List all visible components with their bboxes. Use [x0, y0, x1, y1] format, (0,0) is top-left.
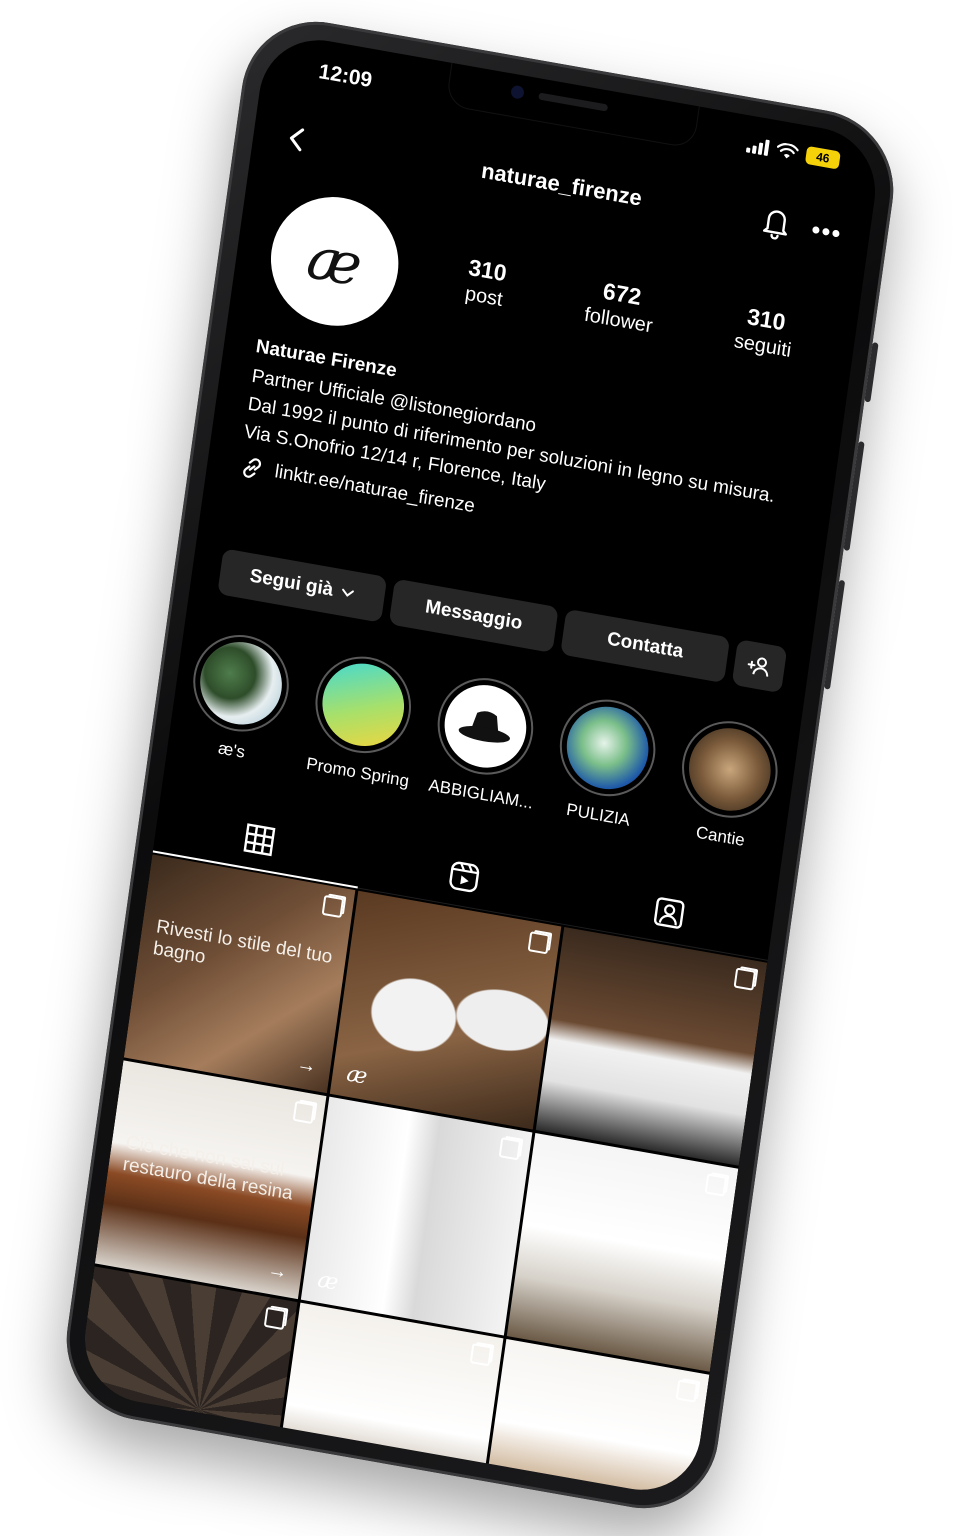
carousel-icon	[321, 894, 345, 919]
phone-frame: 12:09 46 naturae_firenze ••• æ 310 post …	[56, 9, 904, 1521]
brand-mark: æ	[316, 1267, 340, 1296]
highlight-promo-cover	[317, 657, 410, 753]
highlight-pulizia-cover	[561, 700, 654, 796]
post-caption: Rivesti lo stile del tuo bagno	[151, 916, 334, 969]
notification-bell-icon[interactable]	[758, 203, 794, 242]
post-tile[interactable]: æ	[329, 890, 562, 1130]
highlight-aes-cover	[194, 635, 288, 732]
highlight-cantieri[interactable]: Cantie	[672, 713, 784, 855]
stat-posts[interactable]: 310 post	[463, 253, 509, 312]
post-tile[interactable]	[506, 1132, 739, 1372]
front-camera	[510, 84, 525, 100]
carousel-icon	[498, 1137, 522, 1161]
carousel-icon	[675, 1379, 699, 1403]
highlight-cantieri-cover	[683, 721, 776, 818]
contact-button[interactable]: Contatta	[560, 608, 731, 684]
volume-up-button	[843, 441, 865, 552]
highlight-promo-spring[interactable]: Promo Spring	[305, 648, 418, 791]
stat-following[interactable]: 310 seguiti	[732, 301, 796, 363]
carousel-icon	[527, 931, 551, 955]
avatar-logo: æ	[303, 222, 367, 300]
instagram-profile-screen: 12:09 46 naturae_firenze ••• æ 310 post …	[76, 30, 884, 1500]
stat-posts-count: 310	[466, 253, 509, 287]
highlight-promo-label: Promo Spring	[305, 753, 411, 791]
highlight-pulizia-label: PULIZIA	[565, 799, 632, 830]
earpiece-speaker	[538, 92, 609, 112]
following-button[interactable]: Segui già	[217, 548, 388, 623]
highlight-abb-label: ABBIGLIAM...	[427, 775, 535, 813]
status-icons: 46	[745, 135, 841, 170]
chevron-down-icon	[342, 588, 355, 597]
carousel-icon	[292, 1100, 316, 1125]
highlight-abb-cover	[439, 678, 532, 775]
bucket-hat-icon	[458, 711, 510, 743]
volume-down-button	[823, 579, 846, 690]
post-caption: Ciò che non sai sul restauro della resin…	[121, 1132, 295, 1205]
message-button[interactable]: Messaggio	[388, 578, 559, 653]
brand-mark: æ	[344, 1061, 369, 1090]
signal-icon	[745, 136, 770, 157]
arrow-right-icon: →	[295, 1052, 318, 1078]
silent-switch	[864, 342, 879, 403]
carousel-icon	[733, 967, 757, 991]
carousel-icon	[263, 1306, 287, 1331]
add-person-icon	[747, 657, 769, 677]
notch	[446, 62, 699, 148]
more-options-icon[interactable]: •••	[809, 214, 843, 249]
carousel-icon	[469, 1343, 493, 1367]
highlight-cantieri-label: Cantie	[694, 822, 746, 850]
post-caption: Natural Genius	[81, 1436, 210, 1479]
profile-avatar[interactable]: æ	[262, 186, 407, 336]
grid-icon	[243, 823, 276, 857]
wifi-icon	[776, 143, 799, 159]
posts-grid: Rivesti lo stile del tuo bagno → æ Ciò c…	[76, 854, 768, 1500]
post-tile[interactable]: Ciò che non sai sul restauro della resin…	[94, 1060, 327, 1300]
highlight-pulizia[interactable]: PULIZIA	[549, 692, 662, 833]
post-tile[interactable]: Rivesti lo stile del tuo bagno →	[123, 854, 356, 1094]
status-time: 12:09	[317, 60, 374, 93]
tagged-person-icon	[654, 896, 685, 929]
arrow-right-icon: →	[266, 1258, 289, 1284]
post-tile[interactable]: Natural Genius	[76, 1266, 298, 1500]
stat-posts-label: post	[463, 282, 505, 312]
mockup-stage: 12:09 46 naturae_firenze ••• æ 310 post …	[0, 0, 965, 1536]
stat-followers[interactable]: 672 follower	[583, 275, 658, 338]
post-tile[interactable]: æ	[300, 1096, 533, 1336]
link-icon	[243, 458, 262, 478]
highlight-aes-label: æ's	[217, 738, 247, 762]
profile-stats: 310 post 672 follower 310 seguiti	[422, 247, 837, 370]
highlight-abbigliamento[interactable]: ABBIGLIAM...	[427, 670, 540, 813]
battery-icon: 46	[804, 145, 841, 170]
reels-icon	[449, 861, 480, 892]
following-button-label: Segui già	[248, 565, 335, 601]
post-tile[interactable]	[535, 927, 768, 1166]
post-tile[interactable]	[271, 1302, 504, 1500]
suggested-users-button[interactable]	[731, 638, 788, 694]
carousel-icon	[704, 1173, 728, 1197]
highlight-aes[interactable]: æ's	[183, 627, 296, 768]
profile-bio: Naturae Firenze Partner Ufficiale @listo…	[237, 333, 811, 577]
